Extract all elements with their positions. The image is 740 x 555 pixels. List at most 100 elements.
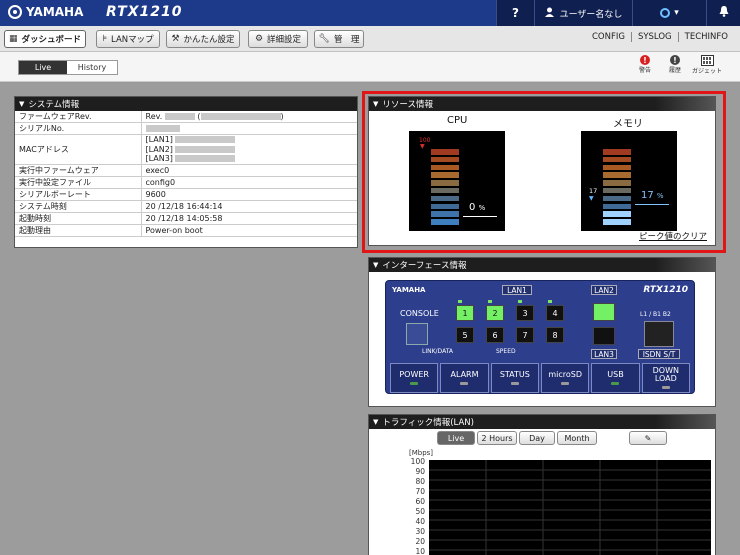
y-tick-label: 90 [415,467,425,476]
status-status: STATUS [490,363,539,393]
status-led [561,382,570,385]
status-microsd: microSD [540,363,590,393]
traffic-tab-2hours[interactable]: 2 Hours [477,431,517,445]
menu-dashboard[interactable]: ▦ ダッシュボード [4,30,86,48]
syslog-link[interactable]: SYSLOG [630,32,678,42]
gauge-bar [603,156,631,163]
lan2-tag: LAN2 [591,285,617,295]
table-row: 実行中設定ファイル config0 [15,176,357,189]
gear-icon: ⚙ [254,34,264,44]
lan1-tag: LAN1 [502,285,532,295]
status-menu[interactable]: ▾ [632,0,706,26]
y-tick-label: 10 [415,547,425,555]
router-front-panel: YAMAHA RTX1210 CONSOLE LINK/DATA SPEED L… [385,280,695,394]
resource-panel: ▼ リソース情報 CPU 100 ▼ 0 % メモリ 17 ▼ 17 % ピーク… [368,96,716,246]
menu-easy-setup[interactable]: ⚒ かんたん設定 [166,30,240,48]
table-row: 実行中ファームウェア exec0 [15,164,357,177]
y-tick-label: 30 [415,527,425,536]
collapse-triangle-icon: ▼ [373,261,379,269]
interface-panel: ▼ インターフェース情報 YAMAHA RTX1210 CONSOLE LINK… [368,257,716,407]
y-tick-label: 20 [415,537,425,546]
table-row: シリアルボーレート 9600 [15,188,357,201]
view-bar: Live History ! 警告 ! 履歴 ガジェット [0,52,740,82]
bell-icon [719,6,729,20]
speed-label: SPEED [496,348,516,355]
gauge-bar [603,211,631,217]
traffic-tab-day[interactable]: Day [519,431,555,445]
status-alarm: ALARM [440,363,489,393]
lan1-port-4: 4 [546,305,564,321]
status-led [611,382,620,385]
lan1-port-3: 3 [516,305,534,321]
config-link[interactable]: CONFIG [586,32,631,42]
resource-header[interactable]: ▼ リソース情報 [369,97,715,111]
lan1-port-8: 8 [546,327,564,343]
menu-advanced[interactable]: ⚙ 詳細設定 [248,30,308,48]
interface-header[interactable]: ▼ インターフェース情報 [369,258,715,272]
lan1-port-5: 5 [456,327,474,343]
table-row: 起動理由 Power-on boot [15,224,357,237]
system-info-table: ファームウェアRev. Rev. () シリアルNo. MACアドレス [LAN1… [15,111,357,237]
port-led [458,300,462,303]
router-brand: YAMAHA [392,286,426,294]
memory-peak-value: 17 [589,187,598,195]
status-circle-icon [660,8,671,18]
traffic-tab-live[interactable]: Live [437,431,475,445]
menu-management[interactable]: 🔧︎ 管 理 [314,30,364,48]
pencil-icon: ✎ [644,433,652,443]
y-tick-label: 100 [410,457,425,466]
collapse-triangle-icon: ▼ [373,418,379,426]
gauge-bar [431,180,459,186]
notification-button[interactable] [706,0,740,26]
user-icon [544,7,554,20]
gauge-bar [431,211,459,217]
link-data-label: LINK/DATA [422,348,454,355]
clear-peak-link[interactable]: ピーク値のクリア [639,230,707,242]
gauge-bar [431,195,459,202]
collapse-triangle-icon: ▼ [373,100,379,108]
traffic-header[interactable]: ▼ トラフィック情報(LAN) [369,415,715,429]
lan1-port-7: 7 [516,327,534,343]
gauge-bar [603,180,631,186]
gauge-bar [603,195,631,202]
status-led [661,386,670,389]
user-menu[interactable]: ユーザー名なし [534,0,632,26]
y-tick-label: 60 [415,497,425,506]
gauge-bar [603,164,631,171]
gauge-bar [603,187,631,194]
status-led [410,382,419,385]
console-label: CONSOLE [400,309,439,318]
gauge-bar [603,172,631,178]
gadget-button[interactable]: ガジェット [690,55,724,75]
traffic-tab-month[interactable]: Month [557,431,597,445]
tab-live[interactable]: Live [19,61,67,74]
chevron-down-icon: ▾ [674,8,679,18]
header-links: CONFIG SYSLOG TECHINFO [586,32,734,42]
history-button[interactable]: ! 履歴 [658,55,692,74]
gauge-bar [431,156,459,163]
console-port [406,323,428,345]
live-history-toggle: Live History [18,60,118,75]
cpu-label: CPU [447,115,468,126]
memory-gauge: 17 ▼ 17 % [581,131,677,231]
menu-lanmap[interactable]: ⊧ LANマップ [96,30,160,48]
gauge-bar [431,219,459,225]
warning-button[interactable]: ! 警告 [628,55,662,74]
traffic-plot [429,460,711,555]
wrench-person-icon: ⚒ [171,34,180,44]
traffic-panel: ▼ トラフィック情報(LAN) Live 2 Hours Day Month ✎… [368,414,716,555]
isdn-tag: ISDN S/T [638,349,680,359]
tab-history[interactable]: History [67,61,117,74]
main-menu: ▦ ダッシュボード ⊧ LANマップ ⚒ かんたん設定 ⚙ 詳細設定 🔧︎ 管 … [0,26,740,52]
lanmap-icon: ⊧ [102,34,108,44]
techinfo-link[interactable]: TECHINFO [677,32,734,42]
isdn-sub-label: L1 / B1 B2 [640,311,671,318]
gauge-bar [603,149,631,155]
edit-button[interactable]: ✎ [629,431,667,445]
help-button[interactable]: ? [496,0,534,26]
port-led [518,300,522,303]
lan2-port [593,303,615,321]
system-info-header[interactable]: ▼ システム情報 [15,97,357,111]
status-power: POWER [390,363,439,393]
y-tick-label: 40 [415,517,425,526]
